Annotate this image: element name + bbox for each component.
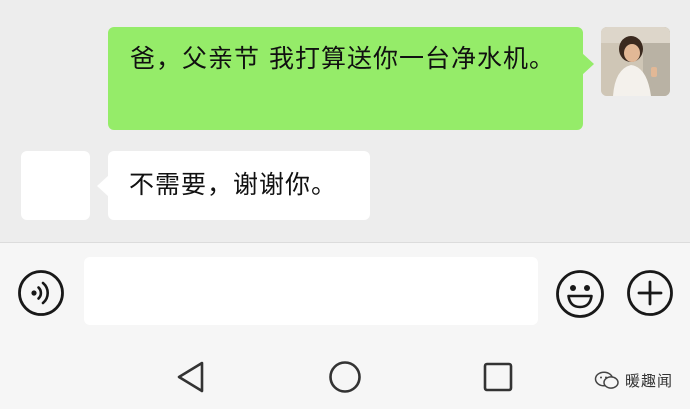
input-bar [0,242,690,341]
my-avatar[interactable] [601,27,670,96]
avatar-photo-icon [601,27,670,96]
dad-avatar[interactable] [21,151,90,220]
my-message-bubble[interactable]: 爸，父亲节 我打算送你一台净水机。 [108,27,594,130]
message-input[interactable] [84,257,538,325]
emoji-icon[interactable] [555,269,605,319]
wechat-logo-icon [594,371,619,389]
voice-icon[interactable] [17,269,65,317]
chat-area: 爸，父亲节 我打算送你一台净水机。 不需要，谢谢你。 [0,0,690,242]
bubble-tail [97,175,109,197]
square-recent-icon[interactable] [482,361,514,393]
watermark: 暖趣闻 [594,369,673,391]
watermark-text: 暖趣闻 [625,371,674,390]
triangle-back-icon[interactable] [175,360,207,394]
dad-message-bubble[interactable]: 不需要，谢谢你。 [97,151,370,220]
bubble-tail [582,53,594,75]
dad-message-text: 不需要，谢谢你。 [129,170,338,199]
circle-home-icon[interactable] [328,360,362,394]
my-message-text: 爸，父亲节 我打算送你一台净水机。 [130,44,555,73]
system-nav-bar [0,341,690,409]
plus-icon[interactable] [626,269,674,317]
